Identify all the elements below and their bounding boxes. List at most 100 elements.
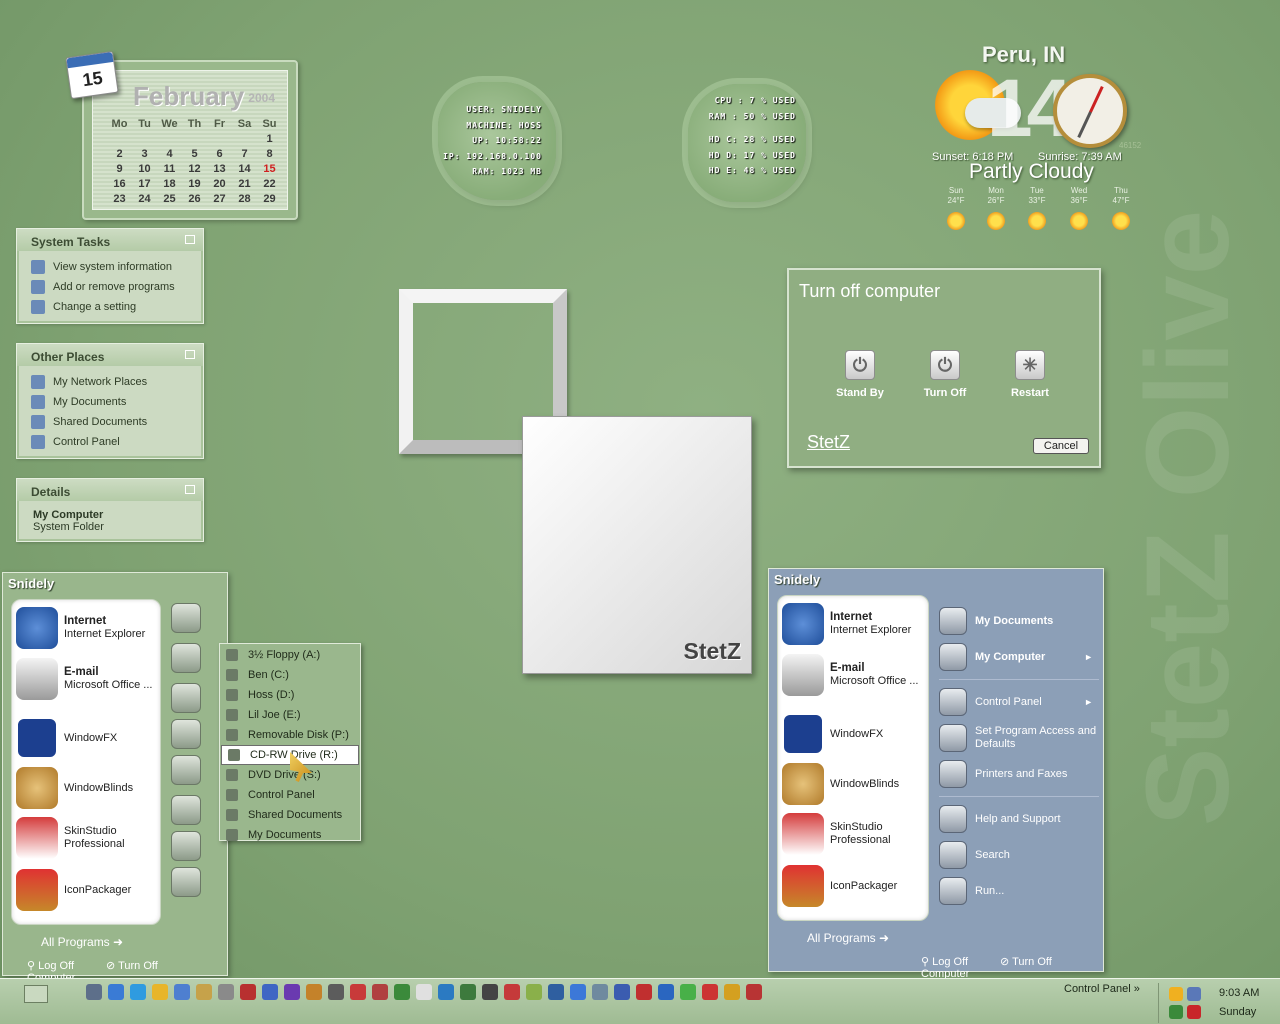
pinned-internet[interactable]: Internet Internet Explorer xyxy=(782,600,932,648)
quick-launch-icon[interactable] xyxy=(636,984,652,1000)
program-iconpackager[interactable]: IconPackager xyxy=(16,866,166,914)
task-change-setting[interactable]: Change a setting xyxy=(31,297,201,317)
printers-icon[interactable] xyxy=(171,755,201,785)
calendar-day[interactable]: 28 xyxy=(232,191,257,206)
calendar-day[interactable] xyxy=(107,131,132,146)
quick-launch-icon[interactable] xyxy=(658,984,674,1000)
quick-launch-icon[interactable] xyxy=(328,984,344,1000)
calendar-day[interactable]: 26 xyxy=(182,191,207,206)
calendar-day[interactable]: 7 xyxy=(232,146,257,161)
menu-my-documents[interactable]: My Documents xyxy=(939,603,1099,639)
other-places-header[interactable]: Other Places xyxy=(17,344,203,366)
run-icon[interactable] xyxy=(171,867,201,897)
ati-tray-icon[interactable] xyxy=(1187,1005,1201,1019)
quick-launch-icon[interactable] xyxy=(240,984,256,1000)
all-programs-button[interactable]: All Programs ➜ xyxy=(41,935,123,949)
submenu-item[interactable]: Hoss (D:) xyxy=(220,685,360,705)
menu-printers[interactable]: Printers and Faxes xyxy=(939,756,1099,792)
quick-launch-icon[interactable] xyxy=(680,984,696,1000)
quick-launch-icon[interactable] xyxy=(174,984,190,1000)
clock-time[interactable]: 9:03 AM xyxy=(1219,987,1259,999)
calendar-day[interactable]: 1 xyxy=(257,131,282,146)
collapse-icon[interactable] xyxy=(185,350,195,359)
log-off-button[interactable]: ⚲ Log Off xyxy=(921,956,984,968)
menu-help[interactable]: Help and Support xyxy=(939,801,1099,837)
calendar-day[interactable] xyxy=(182,131,207,146)
quick-launch-icon[interactable] xyxy=(526,984,542,1000)
quick-launch-icon[interactable] xyxy=(416,984,432,1000)
calendar-day[interactable] xyxy=(132,131,157,146)
task-view-system-info[interactable]: View system information xyxy=(31,257,201,277)
quick-launch-icon[interactable] xyxy=(218,984,234,1000)
help-icon[interactable] xyxy=(171,795,201,825)
quick-launch-icon[interactable] xyxy=(262,984,278,1000)
program-windowfx[interactable]: WindowFX xyxy=(16,714,166,762)
quick-launch-icon[interactable] xyxy=(482,984,498,1000)
details-header[interactable]: Details xyxy=(17,479,203,501)
program-windowfx[interactable]: WindowFX xyxy=(782,710,932,758)
submenu-item[interactable]: Removable Disk (P:) xyxy=(220,725,360,745)
calendar-day[interactable]: 19 xyxy=(182,176,207,191)
calendar-day[interactable]: 29 xyxy=(257,191,282,206)
pinned-email[interactable]: E-mail Microsoft Office ... xyxy=(16,655,166,703)
clock-tray-icon[interactable] xyxy=(1169,987,1183,1001)
quick-launch-icon[interactable] xyxy=(196,984,212,1000)
collapse-icon[interactable] xyxy=(185,235,195,244)
pinned-email[interactable]: E-mail Microsoft Office ... xyxy=(782,651,932,699)
calendar-day[interactable]: 17 xyxy=(132,176,157,191)
restart-button[interactable]: ✳ Restart xyxy=(995,350,1065,399)
program-windowblinds[interactable]: WindowBlinds xyxy=(16,764,166,812)
cancel-button[interactable]: Cancel xyxy=(1033,438,1089,454)
quick-launch-icon[interactable] xyxy=(152,984,168,1000)
quick-launch-icon[interactable] xyxy=(394,984,410,1000)
quick-launch-icon[interactable] xyxy=(570,984,586,1000)
calendar-day[interactable]: 20 xyxy=(207,176,232,191)
quick-launch-icon[interactable] xyxy=(350,984,366,1000)
calendar-day[interactable]: 24 xyxy=(132,191,157,206)
program-access-icon[interactable] xyxy=(171,719,201,749)
quick-launch-icon[interactable] xyxy=(548,984,564,1000)
place-shared-documents[interactable]: Shared Documents xyxy=(31,412,201,432)
program-skinstudio[interactable]: SkinStudio Professional xyxy=(16,814,166,862)
submenu-item[interactable]: 3½ Floppy (A:) xyxy=(220,645,360,665)
log-off-button[interactable]: ⚲ Log Off xyxy=(27,960,90,972)
program-windowblinds[interactable]: WindowBlinds xyxy=(782,760,932,808)
calendar-day[interactable] xyxy=(232,131,257,146)
calendar-day[interactable]: 4 xyxy=(157,146,182,161)
show-desktop-icon[interactable] xyxy=(24,985,48,1003)
quick-launch-icon[interactable] xyxy=(306,984,322,1000)
network-tray-icon[interactable] xyxy=(1187,987,1201,1001)
turn-off-button[interactable]: ⏻ Turn Off xyxy=(910,350,980,399)
calendar-day[interactable]: 3 xyxy=(132,146,157,161)
stand-by-button[interactable]: ⏻ Stand By xyxy=(825,350,895,399)
calendar-day[interactable]: 10 xyxy=(132,161,157,176)
toolbar-control-panel[interactable]: Control Panel » xyxy=(1064,983,1140,995)
collapse-icon[interactable] xyxy=(185,485,195,494)
quick-launch-icon[interactable] xyxy=(702,984,718,1000)
task-add-remove-programs[interactable]: Add or remove programs xyxy=(31,277,201,297)
quick-launch-icon[interactable] xyxy=(284,984,300,1000)
submenu-item[interactable]: Control Panel xyxy=(220,785,360,805)
menu-run[interactable]: Run... xyxy=(939,873,1099,909)
calendar-day[interactable]: 25 xyxy=(157,191,182,206)
calendar-day[interactable]: 9 xyxy=(107,161,132,176)
quick-launch-icon[interactable] xyxy=(86,984,102,1000)
system-tasks-header[interactable]: System Tasks xyxy=(17,229,203,251)
calendar-day[interactable]: 16 xyxy=(107,176,132,191)
my-computer-icon[interactable] xyxy=(171,643,201,673)
my-documents-icon[interactable] xyxy=(171,603,201,633)
calendar-day[interactable]: 14 xyxy=(232,161,257,176)
quick-launch-icon[interactable] xyxy=(592,984,608,1000)
calendar-day[interactable]: 21 xyxy=(232,176,257,191)
calendar-day[interactable]: 8 xyxy=(257,146,282,161)
menu-control-panel[interactable]: Control Panel ► xyxy=(939,684,1099,720)
control-panel-icon[interactable] xyxy=(171,683,201,713)
quick-launch-icon[interactable] xyxy=(504,984,520,1000)
quick-launch-icon[interactable] xyxy=(614,984,630,1000)
submenu-item[interactable]: Shared Documents xyxy=(220,805,360,825)
quick-launch-icon[interactable] xyxy=(438,984,454,1000)
calendar-day[interactable]: 13 xyxy=(207,161,232,176)
program-skinstudio[interactable]: SkinStudio Professional xyxy=(782,810,932,858)
menu-program-access[interactable]: Set Program Access and Defaults xyxy=(939,720,1099,756)
submenu-item[interactable]: My Documents xyxy=(220,825,360,845)
